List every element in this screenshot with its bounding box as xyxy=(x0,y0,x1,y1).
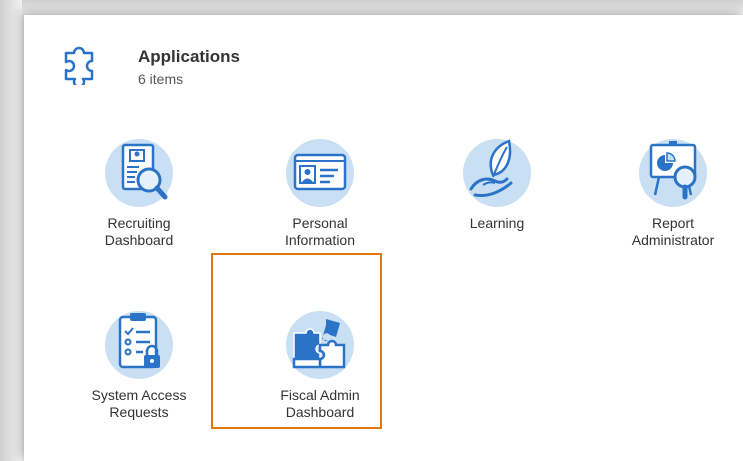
app-tile-report-administrator[interactable]: Report Administrator xyxy=(603,133,743,273)
app-label: Report Administrator xyxy=(631,215,715,248)
app-label: Learning xyxy=(469,215,525,231)
window-shadow-top xyxy=(0,0,743,14)
clipboard-lock-icon xyxy=(105,311,173,379)
item-count: 6 items xyxy=(138,71,184,87)
presentation-chart-icon xyxy=(639,139,707,207)
page-title: Applications xyxy=(138,47,241,66)
app-label: Personal Information xyxy=(284,215,356,248)
window-shadow-left xyxy=(0,0,22,461)
app-tile-learning[interactable]: Learning xyxy=(427,133,567,273)
resume-search-icon xyxy=(105,139,173,207)
app-tile-system-access-requests[interactable]: System Access Requests xyxy=(69,305,209,445)
app-tile-personal-information[interactable]: Personal Information xyxy=(250,133,390,273)
applications-card: Applications 6 items Recruiting Dashboar… xyxy=(24,15,743,461)
hand-leaf-icon xyxy=(463,139,531,207)
app-label: System Access Requests xyxy=(91,387,187,420)
id-card-icon xyxy=(286,139,354,207)
app-tile-recruiting-dashboard[interactable]: Recruiting Dashboard xyxy=(69,133,209,273)
app-label: Recruiting Dashboard xyxy=(104,215,174,248)
selection-highlight xyxy=(211,253,382,429)
puzzle-piece-icon xyxy=(60,39,106,89)
